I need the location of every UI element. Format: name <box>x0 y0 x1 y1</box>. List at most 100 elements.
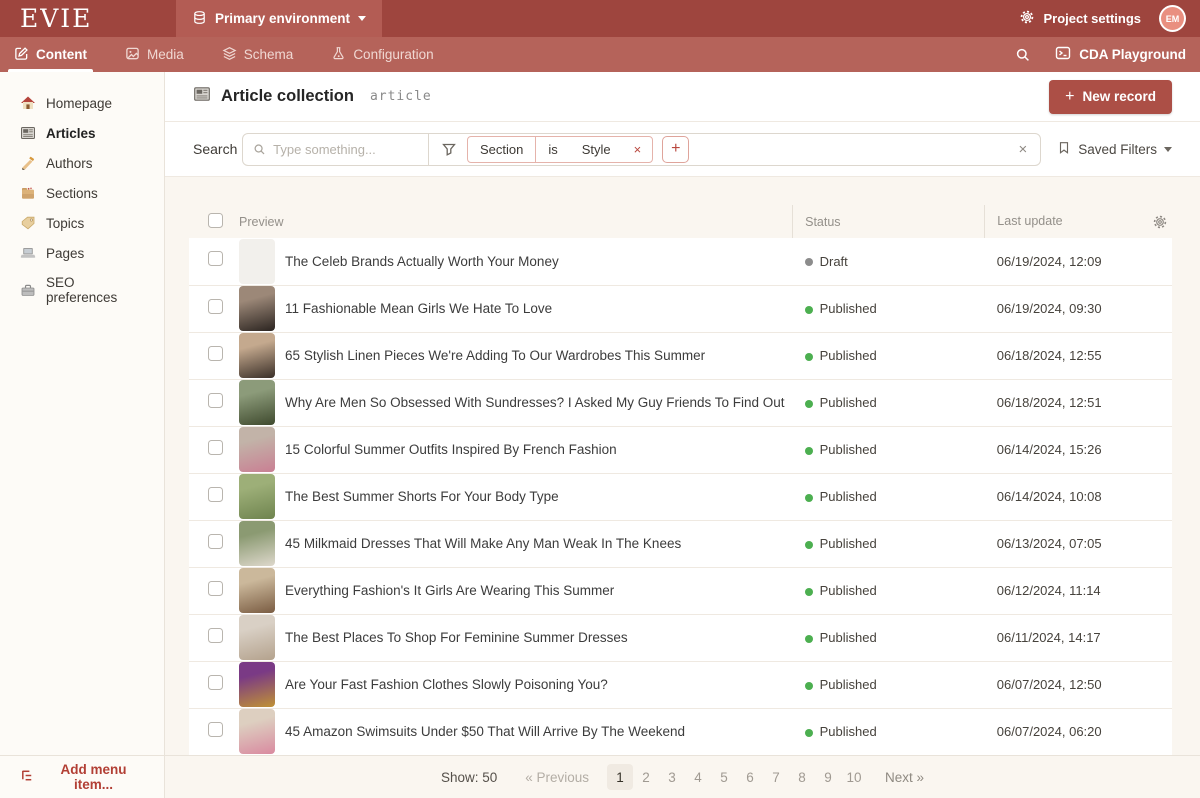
table-row[interactable]: 45 Amazon Swimsuits Under $50 That Will … <box>189 708 1172 755</box>
select-all-checkbox[interactable] <box>208 213 223 228</box>
row-checkbox[interactable] <box>208 393 223 408</box>
sidebar-item-label: Authors <box>46 156 93 171</box>
table-row[interactable]: The Best Places To Shop For Feminine Sum… <box>189 614 1172 661</box>
top-bar: EVIE Primary environment Project setting… <box>0 0 1200 37</box>
previous-page-link[interactable]: « Previous <box>525 770 589 785</box>
table-header-row: Preview Status Last update <box>189 205 1172 238</box>
cda-playground-button[interactable]: CDA Playground <box>1055 45 1186 64</box>
project-settings-button[interactable]: Project settings <box>1019 9 1141 28</box>
page-number-3[interactable]: 3 <box>659 764 685 790</box>
remove-filter-icon[interactable]: × <box>623 142 653 157</box>
search-input[interactable] <box>273 142 418 157</box>
row-checkbox[interactable] <box>208 628 223 643</box>
filter-field[interactable]: Section <box>468 137 535 162</box>
title-strip: Article collection article + New record <box>165 72 1200 122</box>
status-badge: Published <box>820 301 877 316</box>
page-number-7[interactable]: 7 <box>763 764 789 790</box>
logo-area: EVIE <box>0 0 165 37</box>
clear-filters-icon[interactable]: × <box>1018 141 1027 158</box>
status-badge: Published <box>820 395 877 410</box>
row-checkbox[interactable] <box>208 299 223 314</box>
next-page-link[interactable]: Next » <box>885 770 924 785</box>
table-row[interactable]: 45 Milkmaid Dresses That Will Make Any M… <box>189 520 1172 567</box>
row-checkbox[interactable] <box>208 251 223 266</box>
sidebar-item-sections[interactable]: Sections <box>0 178 164 208</box>
nav-right: CDA Playground <box>1015 37 1186 72</box>
article-title: 45 Milkmaid Dresses That Will Make Any M… <box>285 536 681 551</box>
row-checkbox[interactable] <box>208 440 223 455</box>
show-count[interactable]: Show: 50 <box>441 770 497 785</box>
column-header-status[interactable]: Status <box>793 205 985 238</box>
row-checkbox[interactable] <box>208 675 223 690</box>
sidebar-item-articles[interactable]: Articles <box>0 118 164 148</box>
last-update-value: 06/14/2024, 10:08 <box>985 473 1172 520</box>
page-number-2[interactable]: 2 <box>633 764 659 790</box>
page-number-4[interactable]: 4 <box>685 764 711 790</box>
table-row[interactable]: 65 Stylish Linen Pieces We're Adding To … <box>189 332 1172 379</box>
sidebar-item-topics[interactable]: Topics <box>0 208 164 238</box>
row-checkbox[interactable] <box>208 346 223 361</box>
article-thumbnail <box>239 474 275 519</box>
article-thumbnail <box>239 239 275 284</box>
column-header-last-update[interactable]: Last update <box>985 205 1172 238</box>
sidebar-item-label: Topics <box>46 216 84 231</box>
table-row[interactable]: The Best Summer Shorts For Your Body Typ… <box>189 473 1172 520</box>
tab-media[interactable]: Media <box>119 37 190 72</box>
row-checkbox[interactable] <box>208 581 223 596</box>
new-record-button[interactable]: + New record <box>1049 80 1172 114</box>
saved-filters-button[interactable]: Saved Filters <box>1057 140 1172 158</box>
column-settings-gear-icon[interactable] <box>1152 214 1168 230</box>
tab-configuration[interactable]: Configuration <box>325 37 439 72</box>
sidebar-item-label: SEO preferences <box>46 275 144 305</box>
article-title: Why Are Men So Obsessed With Sundresses?… <box>285 395 784 410</box>
search-strip: Search Section is <box>165 122 1200 177</box>
chevron-down-icon <box>358 16 366 21</box>
table-row[interactable]: Everything Fashion's It Girls Are Wearin… <box>189 567 1172 614</box>
row-checkbox[interactable] <box>208 534 223 549</box>
user-avatar[interactable]: EM <box>1159 5 1186 32</box>
page-number-1[interactable]: 1 <box>607 764 633 790</box>
table-row[interactable]: 15 Colorful Summer Outfits Inspired By F… <box>189 426 1172 473</box>
page-number-6[interactable]: 6 <box>737 764 763 790</box>
status-dot <box>805 306 813 314</box>
status-dot <box>805 682 813 690</box>
page-number-9[interactable]: 9 <box>815 764 841 790</box>
sidebar-item-homepage[interactable]: Homepage <box>0 88 164 118</box>
pagination-bar: Show: 50 « Previous 12345678910 Next » <box>165 755 1200 798</box>
add-menu-item-button[interactable]: Add menu item... <box>20 762 144 792</box>
page-number-10[interactable]: 10 <box>841 764 867 790</box>
row-checkbox[interactable] <box>208 722 223 737</box>
plus-icon: + <box>1065 88 1074 106</box>
column-header-preview[interactable]: Preview <box>239 205 793 238</box>
table-row[interactable]: Why Are Men So Obsessed With Sundresses?… <box>189 379 1172 426</box>
tab-content[interactable]: Content <box>8 37 93 72</box>
sidebar-item-label: Pages <box>46 246 84 261</box>
sidebar-item-authors[interactable]: Authors <box>0 148 164 178</box>
row-checkbox[interactable] <box>208 487 223 502</box>
article-thumbnail <box>239 521 275 566</box>
sidebar-item-seo-preferences[interactable]: SEO preferences <box>0 268 164 312</box>
filter-operator[interactable]: is <box>535 137 569 162</box>
filter-value[interactable]: Style <box>570 137 623 162</box>
sidebar-item-pages[interactable]: Pages <box>0 238 164 268</box>
add-filter-button[interactable]: + <box>662 136 689 163</box>
table-row[interactable]: Are Your Fast Fashion Clothes Slowly Poi… <box>189 661 1172 708</box>
table-row[interactable]: 11 Fashionable Mean Girls We Hate To Lov… <box>189 285 1172 332</box>
page-number-8[interactable]: 8 <box>789 764 815 790</box>
table-row[interactable]: The Celeb Brands Actually Worth Your Mon… <box>189 238 1172 285</box>
topbar-right: Project settings EM <box>1019 0 1200 37</box>
search-button[interactable] <box>1015 47 1031 63</box>
environment-selector[interactable]: Primary environment <box>176 0 382 37</box>
article-title: 15 Colorful Summer Outfits Inspired By F… <box>285 442 617 457</box>
newspaper-icon <box>20 125 36 141</box>
status-dot <box>805 258 813 266</box>
records-table-area: Preview Status Last update <box>165 177 1200 755</box>
tab-schema[interactable]: Schema <box>216 37 300 72</box>
search-field[interactable] <box>243 134 429 165</box>
status-badge: Published <box>820 442 877 457</box>
page-number-5[interactable]: 5 <box>711 764 737 790</box>
article-thumbnail <box>239 709 275 754</box>
newspaper-icon <box>193 85 211 108</box>
sidebar-item-label: Homepage <box>46 96 112 111</box>
funnel-icon[interactable] <box>441 141 457 157</box>
